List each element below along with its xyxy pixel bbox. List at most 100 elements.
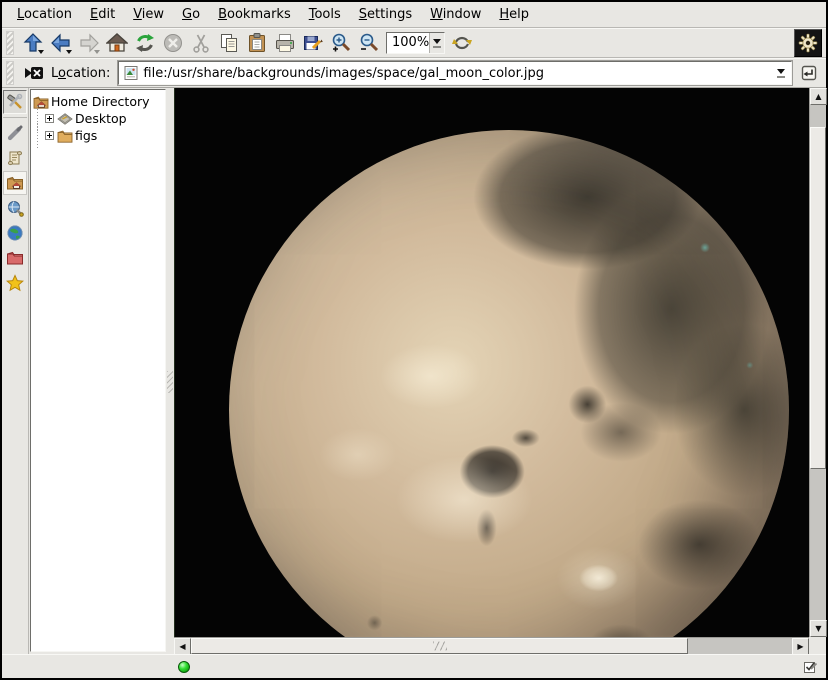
sidebar-tab-history[interactable]	[3, 146, 27, 170]
magnifier-plus-icon	[330, 32, 352, 54]
expand-plus-icon[interactable]	[45, 114, 54, 123]
bookmarks-star-icon	[6, 274, 24, 292]
go-enter-icon	[799, 63, 819, 83]
printer-icon	[274, 32, 296, 54]
menu-help[interactable]: Help	[490, 3, 538, 26]
view-link-indicator[interactable]	[803, 659, 818, 674]
folder-tree-panel: Home Directory Desktop figs	[30, 89, 166, 652]
vertical-scroll-trough[interactable]	[810, 105, 826, 620]
zoom-level-value: 100%	[387, 33, 429, 53]
sidebar-tab-bookmarks[interactable]	[3, 271, 27, 295]
sidebar-splitter[interactable]	[166, 88, 174, 654]
scroll-right-button[interactable]: ▶	[792, 638, 809, 655]
main-area: Home Directory Desktop figs	[2, 88, 826, 654]
clear-location-button[interactable]	[23, 62, 45, 84]
rotate-button[interactable]	[448, 30, 476, 56]
expand-plus-icon[interactable]	[45, 131, 54, 140]
zoom-in-button[interactable]	[327, 30, 355, 56]
floppy-pencil-icon	[302, 32, 324, 54]
clipboard-icon	[246, 32, 268, 54]
thumb-grip	[433, 642, 447, 651]
network-globe-icon	[6, 224, 24, 242]
horizontal-scrollbar: ◀ ▶	[174, 637, 809, 654]
menu-edit[interactable]: Edit	[81, 3, 124, 26]
tree-item-figs[interactable]: figs	[33, 127, 165, 144]
copy-pages-icon	[218, 32, 240, 54]
home-folder-icon	[6, 174, 24, 192]
sidebar-tab-strip	[2, 88, 29, 654]
scissors-icon	[190, 32, 212, 54]
cut-button	[187, 30, 215, 56]
tree-item-desktop[interactable]: Desktop	[33, 110, 165, 127]
save-view-button[interactable]	[299, 30, 327, 56]
image-viewport	[174, 88, 809, 637]
root-folder-icon	[6, 249, 24, 267]
print-button[interactable]	[271, 30, 299, 56]
konqueror-window: Location Edit View Go Bookmarks Tools Se…	[0, 0, 828, 680]
kde-gear-icon	[798, 33, 818, 53]
location-toolbar-drag-handle[interactable]	[6, 61, 14, 85]
horizontal-scroll-trough[interactable]	[191, 638, 792, 654]
stop-icon	[162, 32, 184, 54]
konqueror-throbber	[794, 29, 822, 57]
horizontal-scroll-thumb[interactable]	[191, 638, 688, 654]
menu-window[interactable]: Window	[421, 3, 490, 26]
menu-go[interactable]: Go	[173, 3, 209, 26]
tree-item-home-directory[interactable]: Home Directory	[33, 93, 165, 110]
checkbox-pen-icon	[803, 659, 818, 674]
toolbar-drag-handle[interactable]	[6, 31, 14, 55]
clear-location-icon	[24, 63, 44, 83]
go-button[interactable]	[796, 60, 822, 86]
vertical-scrollbar: ▲ ▼	[809, 88, 826, 637]
sidebar-tab-brush[interactable]	[3, 121, 27, 145]
reload-button[interactable]	[131, 30, 159, 56]
zoom-out-button[interactable]	[355, 30, 383, 56]
copy-button[interactable]	[215, 30, 243, 56]
menu-view[interactable]: View	[124, 3, 173, 26]
menu-tools[interactable]: Tools	[300, 3, 350, 26]
scroll-down-button[interactable]: ▼	[810, 620, 827, 637]
location-toolbar: Location: file:/usr/share/backgrounds/im…	[2, 58, 826, 88]
magnifier-minus-icon	[358, 32, 380, 54]
desktop-icon	[57, 112, 73, 126]
reload-icon	[134, 32, 156, 54]
up-button[interactable]	[19, 30, 47, 56]
zoom-level-combobox[interactable]: 100%	[386, 32, 445, 54]
home-button[interactable]	[103, 30, 131, 56]
zoom-level-dropdown-button[interactable]	[429, 33, 444, 53]
scroll-up-button[interactable]: ▲	[810, 88, 827, 105]
menu-location[interactable]: Location	[8, 3, 81, 26]
image-viewer: ▲ ▼ ◀ ▶	[174, 88, 826, 654]
sidebar-tab-home[interactable]	[3, 171, 27, 195]
paste-button[interactable]	[243, 30, 271, 56]
sidebar-tab-root[interactable]	[3, 246, 27, 270]
history-scroll-icon	[6, 149, 24, 167]
sidebar-tab-services[interactable]	[3, 196, 27, 220]
forward-button	[75, 30, 103, 56]
main-toolbar: 100%	[2, 28, 826, 58]
menu-bookmarks[interactable]: Bookmarks	[209, 3, 300, 26]
scroll-left-button[interactable]: ◀	[174, 638, 191, 655]
statusbar	[2, 654, 826, 678]
status-led-icon	[178, 661, 190, 673]
menubar: Location Edit View Go Bookmarks Tools Se…	[2, 2, 826, 28]
scrollbar-corner	[809, 637, 826, 654]
rotate-arrows-icon	[451, 32, 473, 54]
tree-item-label: Home Directory	[51, 94, 150, 109]
sidebar-tab-network[interactable]	[3, 221, 27, 245]
url-input[interactable]: file:/usr/share/backgrounds/images/space…	[139, 66, 773, 81]
folder-icon	[57, 129, 73, 143]
url-dropdown-button[interactable]	[773, 62, 789, 84]
image-file-icon	[123, 65, 139, 81]
tree-item-label: figs	[75, 128, 97, 143]
back-button[interactable]	[47, 30, 75, 56]
menu-settings[interactable]: Settings	[350, 3, 421, 26]
home-folder-icon	[33, 95, 49, 109]
url-combobox[interactable]: file:/usr/share/backgrounds/images/space…	[118, 61, 792, 85]
sidebar-tab-tools[interactable]	[3, 90, 27, 114]
location-label: Location:	[49, 66, 114, 81]
moon-image	[229, 130, 789, 637]
vertical-scroll-thumb[interactable]	[810, 127, 826, 469]
stop-button	[159, 30, 187, 56]
gray-brush-icon	[6, 124, 24, 142]
